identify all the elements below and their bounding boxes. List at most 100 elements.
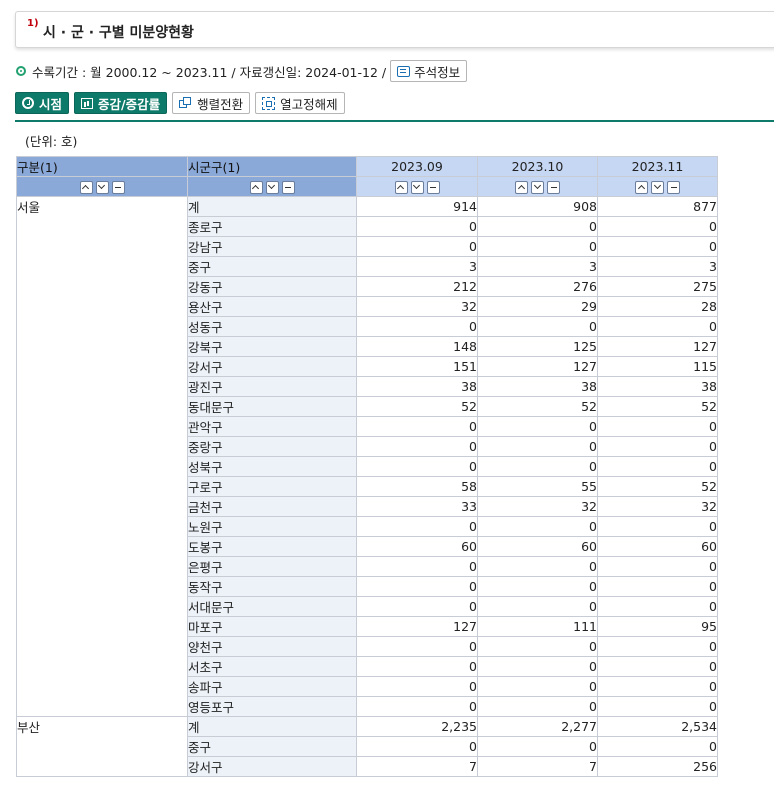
value-cell: 127 (597, 335, 718, 357)
value-cell: 877 (597, 195, 718, 217)
pivot-button[interactable]: 행렬전환 (172, 92, 251, 114)
value-cell: 0 (477, 455, 598, 477)
value-cell: 914 (356, 195, 478, 217)
value-cell: 0 (597, 555, 718, 577)
column-header-category[interactable]: 구분(1) (16, 156, 188, 177)
region-cell: 부산 (16, 715, 188, 777)
district-cell: 종로구 (187, 215, 357, 237)
district-cell: 강서구 (187, 355, 357, 377)
table-body: 서울 계 914 908 877 종로구 0 0 0 강남구 0 0 0 중구 3 3 3 강동구 212 276 27… (16, 195, 718, 777)
value-cell: 0 (477, 515, 598, 537)
column-controls (16, 176, 188, 197)
district-cell: 강북구 (187, 335, 357, 357)
note-info-label: 주석정보 (414, 64, 461, 80)
value-cell: 0 (477, 675, 598, 697)
district-cell: 도봉구 (187, 535, 357, 557)
value-cell: 115 (597, 355, 718, 377)
value-cell: 2,235 (356, 715, 478, 737)
value-cell: 0 (477, 595, 598, 617)
column-header-period[interactable]: 2023.11 (597, 156, 718, 177)
value-cell: 0 (477, 735, 598, 757)
value-cell: 0 (356, 675, 478, 697)
chevron-up-icon[interactable] (79, 180, 93, 194)
change-rate-button[interactable]: 증감/증감률 (74, 92, 168, 114)
column-header-district[interactable]: 시군구(1) (187, 156, 357, 177)
time-point-button[interactable]: 시점 (15, 92, 70, 114)
value-cell: 0 (597, 435, 718, 457)
minus-icon[interactable] (111, 180, 125, 194)
chart-icon (81, 97, 94, 109)
change-rate-label: 증감/증감률 (98, 96, 161, 112)
district-cell: 계 (187, 715, 357, 737)
district-cell: 성동구 (187, 315, 357, 337)
value-cell: 29 (477, 295, 598, 317)
value-cell: 125 (477, 335, 598, 357)
chevron-down-icon[interactable] (95, 180, 109, 194)
data-table: 구분(1) 시군구(1) 2023.09 2023.10 2023.11 서울 계… (16, 156, 718, 777)
value-cell: 0 (477, 635, 598, 657)
district-cell: 영등포구 (187, 695, 357, 717)
chevron-down-icon[interactable] (410, 180, 424, 194)
value-cell: 3 (477, 255, 598, 277)
value-cell: 3 (597, 255, 718, 277)
value-cell: 28 (597, 295, 718, 317)
value-cell: 0 (597, 455, 718, 477)
minus-icon[interactable] (281, 180, 295, 194)
value-cell: 0 (356, 455, 478, 477)
chevron-down-icon[interactable] (531, 180, 544, 194)
district-cell: 동작구 (187, 575, 357, 597)
region-cell: 서울 (16, 195, 188, 717)
district-cell: 서초구 (187, 655, 357, 677)
column-header-period[interactable]: 2023.10 (477, 156, 598, 177)
value-cell: 0 (477, 415, 598, 437)
time-point-label: 시점 (39, 96, 63, 112)
district-cell: 마포구 (187, 615, 357, 637)
chevron-down-icon[interactable] (651, 180, 664, 194)
value-cell: 0 (597, 595, 718, 617)
note-info-button[interactable]: 주석정보 (390, 60, 468, 82)
value-cell: 32 (597, 495, 718, 517)
table-row: 부산 계 2,235 2,277 2,534 (16, 715, 718, 777)
value-cell: 60 (356, 535, 478, 557)
value-cell: 0 (597, 655, 718, 677)
district-cell: 노원구 (187, 515, 357, 537)
value-cell: 38 (356, 375, 478, 397)
minus-icon[interactable] (667, 180, 680, 194)
unfreeze-columns-button[interactable]: 열고정해제 (255, 92, 345, 114)
chevron-up-icon[interactable] (394, 180, 408, 194)
value-cell: 0 (356, 415, 478, 437)
chevron-up-icon[interactable] (635, 180, 648, 194)
value-cell: 0 (356, 315, 478, 337)
value-cell: 0 (477, 655, 598, 677)
value-cell: 0 (356, 735, 478, 757)
value-cell: 60 (597, 535, 718, 557)
minus-icon[interactable] (426, 180, 440, 194)
district-cell: 금천구 (187, 495, 357, 517)
district-cell: 광진구 (187, 375, 357, 397)
value-cell: 151 (356, 355, 478, 377)
chevron-down-icon[interactable] (265, 180, 279, 194)
minus-icon[interactable] (547, 180, 560, 194)
chevron-up-icon[interactable] (249, 180, 263, 194)
district-cell: 송파구 (187, 675, 357, 697)
column-header-period[interactable]: 2023.09 (356, 156, 478, 177)
district-cell: 성북구 (187, 455, 357, 477)
district-cell: 계 (187, 195, 357, 217)
unfreeze-icon (262, 96, 276, 110)
value-cell: 52 (597, 475, 718, 497)
value-cell: 111 (477, 615, 598, 637)
value-cell: 0 (597, 415, 718, 437)
divider (15, 120, 774, 122)
period-info: 수록기간 : 월 2000.12 ~ 2023.11 / 자료갱신일: 2024… (16, 60, 468, 82)
value-cell: 0 (597, 635, 718, 657)
swap-icon (179, 96, 192, 110)
value-cell: 0 (597, 675, 718, 697)
comment-icon (397, 65, 411, 77)
district-cell: 강남구 (187, 235, 357, 257)
district-cell: 동대문구 (187, 395, 357, 417)
district-cell: 중구 (187, 735, 357, 757)
chevron-up-icon[interactable] (515, 180, 528, 194)
district-cell: 중구 (187, 255, 357, 277)
district-cell: 서대문구 (187, 595, 357, 617)
value-cell: 2,277 (477, 715, 598, 737)
